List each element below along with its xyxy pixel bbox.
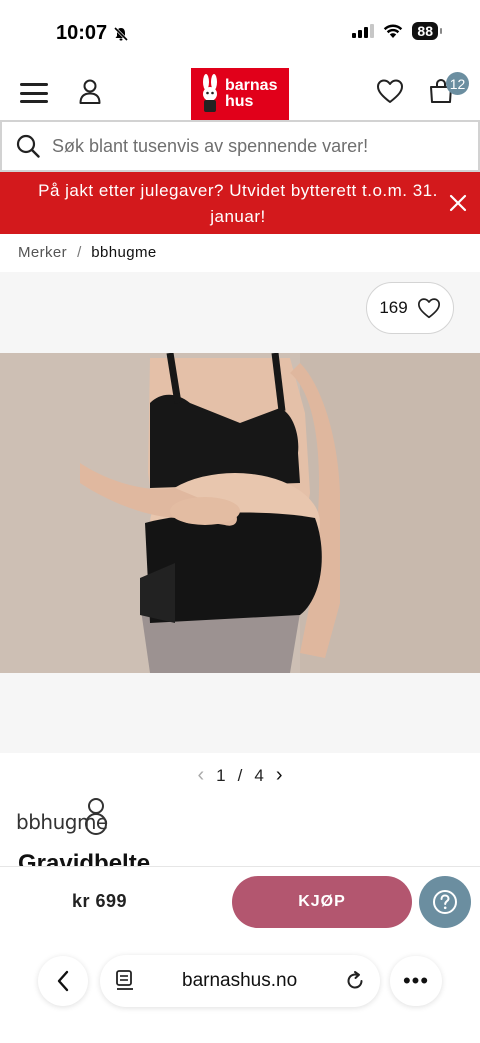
pager-separator: / [237, 765, 243, 785]
status-indicators: 88 [352, 22, 442, 40]
menu-icon[interactable] [20, 83, 48, 103]
breadcrumb-brands-link[interactable]: Merker [18, 244, 67, 261]
chevron-right-icon[interactable]: › [276, 764, 283, 787]
chevron-left-icon [57, 970, 69, 992]
address-url: barnashus.no [182, 970, 298, 991]
browser-toolbar: barnashus.no ••• [0, 938, 480, 1043]
reader-mode-icon[interactable] [114, 969, 136, 991]
brand-logo[interactable]: bbhugme [16, 796, 116, 840]
barnashus-logo[interactable]: barnas hus [191, 68, 289, 120]
browser-more-button[interactable]: ••• [390, 956, 442, 1006]
status-bar: 10:07 88 [0, 0, 480, 64]
address-bar[interactable]: barnashus.no [100, 955, 380, 1007]
pager-current: 1 [216, 765, 226, 785]
gallery-pager: ‹ 1 / 4 › [0, 764, 480, 787]
search-input[interactable] [52, 135, 452, 157]
bell-muted-icon [114, 26, 129, 41]
logo-wordmark: barnas hus [225, 78, 277, 110]
reload-icon[interactable] [344, 970, 366, 992]
user-icon[interactable] [78, 78, 102, 106]
promo-banner: På jakt etter julegaver? Utvidet byttere… [0, 172, 480, 234]
cellular-signal-icon [352, 24, 375, 38]
search-icon [16, 134, 40, 158]
product-gallery[interactable]: 169 [0, 272, 480, 753]
search-bar [0, 120, 480, 172]
wishlist-heart-icon[interactable] [376, 78, 404, 104]
product-price: kr 699 [72, 891, 128, 911]
favorite-button[interactable]: 169 [366, 282, 454, 334]
bunny-logo-icon [203, 74, 217, 112]
buy-button[interactable]: KJØP [232, 876, 412, 928]
logo-line2: hus [225, 93, 254, 110]
product-image[interactable] [0, 353, 480, 673]
breadcrumb: Merker / bbhugme [18, 244, 157, 261]
pager-total: 4 [254, 765, 264, 785]
browser-back-button[interactable] [38, 956, 88, 1006]
close-icon[interactable] [446, 191, 470, 215]
question-circle-icon [433, 890, 457, 914]
chevron-left-icon[interactable]: ‹ [197, 764, 204, 787]
cart-count-badge: 12 [446, 72, 469, 95]
logo-line1: barnas [225, 77, 278, 94]
brand-logo-swirl-icon [85, 798, 107, 835]
help-button[interactable] [419, 876, 471, 928]
promo-banner-text: På jakt etter julegaver? Utvidet byttere… [38, 181, 438, 226]
buy-bar: kr 699 KJØP [0, 866, 480, 938]
site-header: barnas hus 12 [0, 64, 480, 120]
favorite-count: 169 [379, 298, 408, 317]
breadcrumb-separator: / [77, 244, 82, 261]
product-title: Gravidbelte [18, 850, 151, 866]
clock-text: 10:07 [56, 22, 108, 44]
heart-icon [417, 298, 440, 319]
breadcrumb-current[interactable]: bbhugme [91, 244, 156, 261]
battery-indicator: 88 [412, 22, 442, 40]
status-time: 10:07 [56, 22, 129, 45]
wifi-icon [384, 23, 403, 38]
